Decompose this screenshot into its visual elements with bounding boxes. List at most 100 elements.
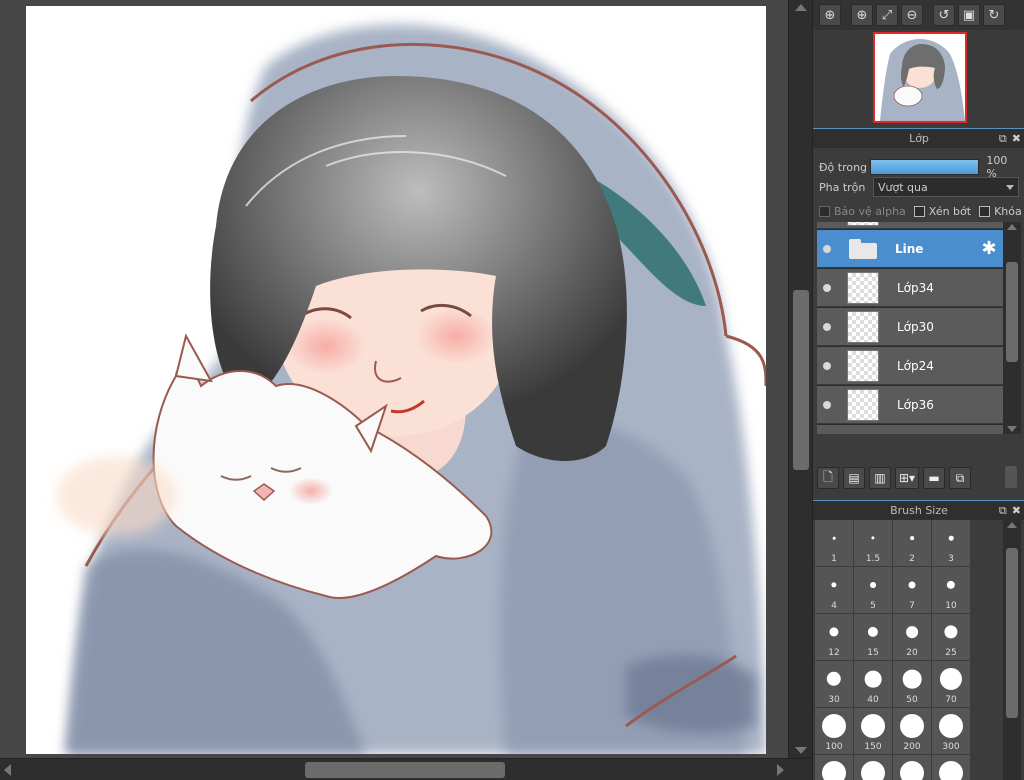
visibility-eye-icon[interactable] [823,244,831,253]
navigator-preview[interactable] [813,30,1024,126]
visibility-eye-icon[interactable] [823,361,831,370]
layer-row[interactable]: Tóc [817,425,1003,434]
brush-size-option[interactable]: 10 [932,567,970,613]
brush-size-option[interactable]: 100 [815,708,853,754]
new-halftone-layer-button[interactable]: ▤ [843,467,865,489]
scroll-left-arrow-icon[interactable] [4,764,11,776]
brush-dot-icon [822,714,846,738]
new-1bit-layer-button[interactable]: ▥ [869,467,891,489]
layer-row[interactable]: Lớp34 [817,269,1003,307]
new-layer-button[interactable]: 🗋 [817,467,839,489]
canvas-horizontal-scrollbar[interactable] [0,758,812,780]
visibility-eye-icon[interactable] [823,322,831,331]
close-icon[interactable]: ✖ [1012,132,1021,146]
duplicate-icon: ⧉ [955,470,965,485]
brush-size-option[interactable]: 4 [815,567,853,613]
brush-size-label: 1 [831,554,837,564]
brush-size-option[interactable] [815,755,853,780]
layer-row[interactable]: Lớp30 [817,308,1003,346]
brush-size-option[interactable]: 300 [932,708,970,754]
brush-size-option[interactable] [893,755,931,780]
layer-row[interactable]: Lớp36 [817,386,1003,424]
layer-list-scrollbar[interactable] [1003,222,1021,434]
brush-size-label: 40 [867,695,879,705]
brush-dot-icon [908,581,916,589]
brush-size-option[interactable]: 200 [893,708,931,754]
rotate-left-icon: ↺ [938,7,950,23]
actual-size-button[interactable]: ▣ [958,4,980,26]
rotate-left-button[interactable]: ↺ [933,4,955,26]
rotate-right-button[interactable]: ↻ [983,4,1005,26]
brush-size-option[interactable]: 12 [815,614,853,660]
brush-size-option[interactable]: 20 [893,614,931,660]
brush-size-label: 300 [942,742,960,752]
actual-size-icon: ▣ [962,7,976,23]
layer-row[interactable]: Line ✱ [817,230,1003,268]
brush-size-scrollbar[interactable] [1003,520,1021,780]
brush-size-option[interactable]: 2 [893,520,931,566]
canvas-horizontal-scroll-thumb[interactable] [305,762,505,778]
gear-icon[interactable]: ✱ [979,239,999,259]
layer-toolbar-scroll[interactable] [1005,466,1017,488]
brush-size-option[interactable]: 1 [815,520,853,566]
brush-size-label: 100 [825,742,843,752]
layer-row[interactable]: Lớp24 [817,347,1003,385]
zoom-fit-button[interactable]: ⊕ [819,4,841,26]
brush-size-option[interactable]: 50 [893,661,931,707]
brush-size-panel-header[interactable]: Brush Size ⧉ ✖ [813,500,1024,520]
brush-size-scroll-thumb[interactable] [1006,548,1018,718]
visibility-eye-icon[interactable] [823,283,831,292]
scroll-down-arrow-icon[interactable] [1007,426,1017,432]
add-layer-menu-button[interactable]: ⊞▾ [895,467,920,489]
brush-size-option[interactable]: 150 [854,708,892,754]
layer-list[interactable]: Line ✱ Lớp34 Lớp30 Lớp24 Lớp36 Tóc [817,222,1003,434]
scroll-up-arrow-icon[interactable] [1007,224,1017,230]
canvas-area[interactable] [0,0,788,758]
brush-dot-icon [944,625,958,639]
page-8bit-icon: ▤ [848,471,860,485]
navigator-thumbnail[interactable] [873,32,967,123]
brush-size-option[interactable]: 5 [854,567,892,613]
close-icon[interactable]: ✖ [1012,504,1021,518]
undock-icon[interactable]: ⧉ [999,132,1007,146]
new-page-icon: 🗋 [823,469,833,484]
scroll-right-arrow-icon[interactable] [777,764,784,776]
brush-size-option[interactable] [932,755,970,780]
layer-panel-header[interactable]: Lớp ⧉ ✖ [813,128,1024,148]
opacity-slider[interactable] [870,159,980,175]
clipping-checkbox[interactable]: Xén bớt [913,205,971,218]
blend-mode-select[interactable]: Vượt qua [873,177,1019,197]
scroll-up-arrow-icon[interactable] [795,4,807,11]
canvas-vertical-scrollbar[interactable] [788,0,812,758]
brush-size-option[interactable]: 3 [932,520,970,566]
brush-dot-icon [939,667,963,691]
zoom-out-button[interactable]: ⊖ [901,4,923,26]
zoom-in-button[interactable]: ⊕ [851,4,873,26]
layer-row-partial[interactable] [817,222,1003,229]
brush-size-option[interactable] [854,755,892,780]
brush-size-option[interactable]: 40 [854,661,892,707]
brush-size-option[interactable]: 1.5 [854,520,892,566]
brush-size-option[interactable]: 25 [932,614,970,660]
undock-icon[interactable]: ⧉ [999,504,1007,518]
brush-size-option[interactable]: 15 [854,614,892,660]
fit-screen-button[interactable]: ⤢ [876,4,898,26]
visibility-eye-icon[interactable] [823,400,831,409]
layer-name: Lớp34 [897,280,934,295]
new-folder-button[interactable]: ▬ [923,467,946,489]
brush-size-option[interactable]: 7 [893,567,931,613]
brush-size-label: 25 [945,648,957,658]
canvas-vertical-scroll-thumb[interactable] [793,290,809,470]
layer-name: Lớp24 [897,358,934,373]
brush-size-option[interactable]: 30 [815,661,853,707]
canvas-artwork[interactable] [26,6,766,754]
protect-alpha-checkbox[interactable]: Bảo vệ alpha [819,205,906,218]
duplicate-layer-button[interactable]: ⧉ [949,467,972,489]
brush-size-option[interactable]: 70 [932,661,970,707]
scroll-up-arrow-icon[interactable] [1007,522,1017,528]
layer-toolbar: 🗋 ▤ ▥ ⊞▾ ▬ ⧉ [817,466,1021,490]
scroll-down-arrow-icon[interactable] [795,747,807,754]
brush-dot-icon [826,671,842,687]
layer-list-scroll-thumb[interactable] [1006,262,1018,362]
lock-checkbox[interactable]: Khóa [979,205,1022,218]
